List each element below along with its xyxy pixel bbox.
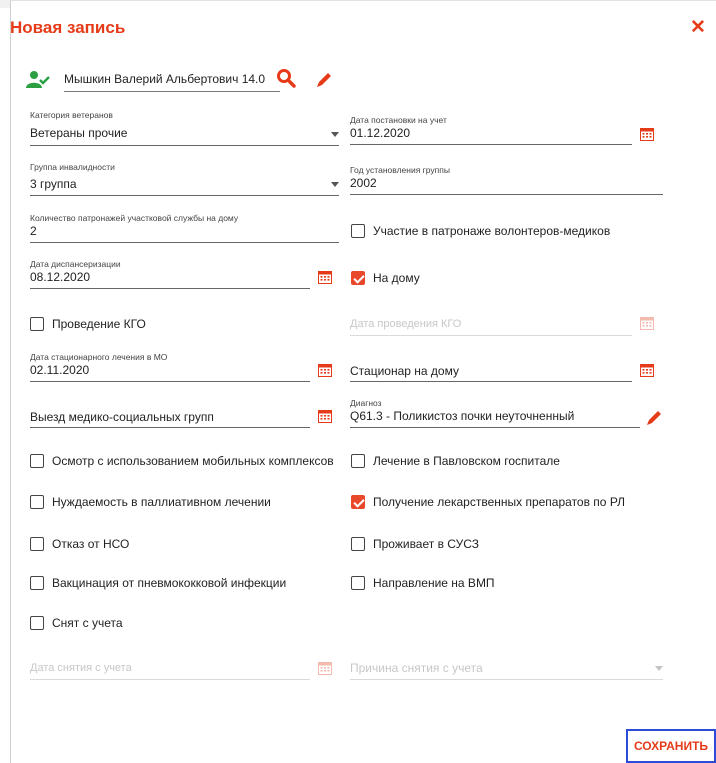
disability-group-select[interactable]: Группа инвалидности 3 группа bbox=[30, 162, 339, 196]
diagnosis-field[interactable]: Диагноз Q61.3 - Поликистоз почки неуточн… bbox=[350, 398, 640, 428]
calendar-icon bbox=[318, 662, 332, 675]
edit-diagnosis-icon[interactable] bbox=[646, 408, 662, 426]
checkbox-box[interactable] bbox=[30, 317, 44, 331]
pneumo-checkbox[interactable]: Вакцинация от пневмококковой инфекции bbox=[30, 576, 286, 590]
checkbox-label: Проживает в СУСЗ bbox=[373, 537, 479, 551]
checkbox-label: Нуждаемость в паллиативном лечении bbox=[52, 495, 271, 509]
person-check-icon bbox=[26, 71, 50, 88]
checkbox-label: Получение лекарственных препаратов по РЛ bbox=[373, 495, 626, 509]
registration-date-field[interactable]: Дата постановки на учет 01.12.2020 bbox=[350, 115, 632, 145]
checkbox-box[interactable] bbox=[30, 495, 44, 509]
palliative-checkbox[interactable]: Нуждаемость в паллиативном лечении bbox=[30, 495, 271, 509]
medsocial-groups-field[interactable]: Выезд медико-социальных групп bbox=[30, 404, 310, 428]
edit-person-icon[interactable] bbox=[316, 70, 332, 88]
dispensary-date-label: Дата диспансеризации bbox=[30, 259, 121, 269]
chevron-down-icon bbox=[655, 666, 663, 671]
kgo-date-field: Дата проведения КГО bbox=[350, 312, 632, 336]
hospital-date-field[interactable]: Дата стационарного лечения в МО 02.11.20… bbox=[30, 352, 310, 382]
home-hospital-field[interactable]: Стационар на дому bbox=[350, 358, 632, 382]
mobile-exam-checkbox[interactable]: Осмотр с использованием мобильных компле… bbox=[30, 454, 334, 468]
nso-refusal-checkbox[interactable]: Отказ от НСО bbox=[30, 537, 129, 551]
checkbox-box[interactable] bbox=[351, 495, 365, 509]
calendar-icon[interactable] bbox=[318, 409, 332, 423]
group-year-value: 2002 bbox=[350, 176, 377, 190]
deregistration-date-placeholder: Дата снятия с учета bbox=[30, 662, 132, 674]
calendar-icon[interactable] bbox=[318, 363, 332, 377]
volunteer-patronage-checkbox[interactable]: Участие в патронаже волонтеров-медиков bbox=[351, 224, 610, 238]
checkbox-box[interactable] bbox=[351, 454, 365, 468]
home-visits-field[interactable]: Количество патронажей участковой службы … bbox=[30, 213, 339, 243]
checkbox-label: На дому bbox=[373, 271, 420, 285]
save-button[interactable]: СОХРАНИТЬ bbox=[626, 729, 716, 763]
at-home-checkbox[interactable]: На дому bbox=[351, 271, 420, 285]
home-hospital-placeholder: Стационар на дому bbox=[350, 364, 459, 378]
dispensary-date-value: 08.12.2020 bbox=[30, 270, 91, 284]
chevron-down-icon bbox=[331, 132, 339, 137]
calendar-icon bbox=[640, 317, 654, 330]
veteran-category-value: Ветераны прочие bbox=[30, 126, 128, 140]
susz-checkbox[interactable]: Проживает в СУСЗ bbox=[351, 537, 479, 551]
hospital-date-label: Дата стационарного лечения в МО bbox=[30, 352, 168, 362]
group-year-label: Год установления группы bbox=[350, 165, 450, 175]
checkbox-box[interactable] bbox=[30, 537, 44, 551]
veteran-category-label: Категория ветеранов bbox=[30, 110, 113, 120]
search-icon[interactable] bbox=[276, 68, 296, 88]
dispensary-date-field[interactable]: Дата диспансеризации 08.12.2020 bbox=[30, 259, 310, 289]
veteran-category-select[interactable]: Категория ветеранов Ветераны прочие bbox=[30, 110, 339, 146]
checkbox-box[interactable] bbox=[30, 576, 44, 590]
deregistered-checkbox[interactable]: Снят с учета bbox=[30, 616, 123, 630]
calendar-icon[interactable] bbox=[640, 363, 654, 377]
disability-group-value: 3 группа bbox=[30, 177, 77, 191]
registration-date-value: 01.12.2020 bbox=[350, 126, 411, 140]
kgo-date-placeholder: Дата проведения КГО bbox=[350, 318, 462, 330]
checkbox-box[interactable] bbox=[351, 271, 365, 285]
group-year-field[interactable]: Год установления группы 2002 bbox=[350, 165, 663, 195]
calendar-icon[interactable] bbox=[640, 127, 654, 141]
vmp-checkbox[interactable]: Направление на ВМП bbox=[351, 576, 495, 590]
checkbox-box[interactable] bbox=[351, 537, 365, 551]
home-visits-value: 2 bbox=[30, 224, 37, 238]
registration-date-label: Дата постановки на учет bbox=[350, 115, 447, 125]
checkbox-box[interactable] bbox=[30, 454, 44, 468]
checkbox-label: Участие в патронаже волонтеров-медиков bbox=[373, 224, 611, 238]
checkbox-box[interactable] bbox=[351, 224, 365, 238]
person-row: Мышкин Валерий Альбертович 14.0 bbox=[26, 68, 280, 92]
disability-group-label: Группа инвалидности bbox=[30, 162, 115, 172]
close-icon[interactable]: ✕ bbox=[690, 18, 706, 37]
checkbox-label: Направление на ВМП bbox=[373, 576, 495, 590]
drugs-rl-checkbox[interactable]: Получение лекарственных препаратов по РЛ bbox=[351, 495, 625, 509]
checkbox-box[interactable] bbox=[30, 616, 44, 630]
kgo-checkbox[interactable]: Проведение КГО bbox=[30, 317, 146, 331]
diagnosis-label: Диагноз bbox=[350, 398, 382, 408]
chevron-down-icon bbox=[331, 182, 339, 187]
medsocial-groups-placeholder: Выезд медико-социальных групп bbox=[30, 410, 214, 424]
checkbox-label: Снят с учета bbox=[52, 616, 123, 630]
person-field[interactable]: Мышкин Валерий Альбертович 14.0 bbox=[64, 68, 280, 92]
checkbox-label: Проведение КГО bbox=[52, 317, 146, 331]
calendar-icon[interactable] bbox=[318, 270, 332, 284]
checkbox-label: Отказ от НСО bbox=[52, 537, 130, 551]
checkbox-box[interactable] bbox=[351, 576, 365, 590]
diagnosis-value: Q61.3 - Поликистоз почки неуточненный bbox=[350, 409, 575, 423]
checkbox-label: Лечение в Павловском госпитале bbox=[373, 454, 560, 468]
dialog-title: Новая запись bbox=[10, 18, 126, 37]
deregistration-reason-placeholder: Причина снятия с учета bbox=[350, 661, 483, 675]
deregistration-reason-select: Причина снятия с учета bbox=[350, 656, 663, 680]
deregistration-date-field: Дата снятия с учета bbox=[30, 656, 310, 680]
checkbox-label: Осмотр с использованием мобильных компле… bbox=[52, 454, 334, 468]
home-visits-label: Количество патронажей участковой службы … bbox=[30, 213, 239, 223]
checkbox-label: Вакцинация от пневмококковой инфекции bbox=[52, 576, 287, 590]
hospital-date-value: 02.11.2020 bbox=[30, 363, 90, 377]
pavlovsky-checkbox[interactable]: Лечение в Павловском госпитале bbox=[351, 454, 560, 468]
